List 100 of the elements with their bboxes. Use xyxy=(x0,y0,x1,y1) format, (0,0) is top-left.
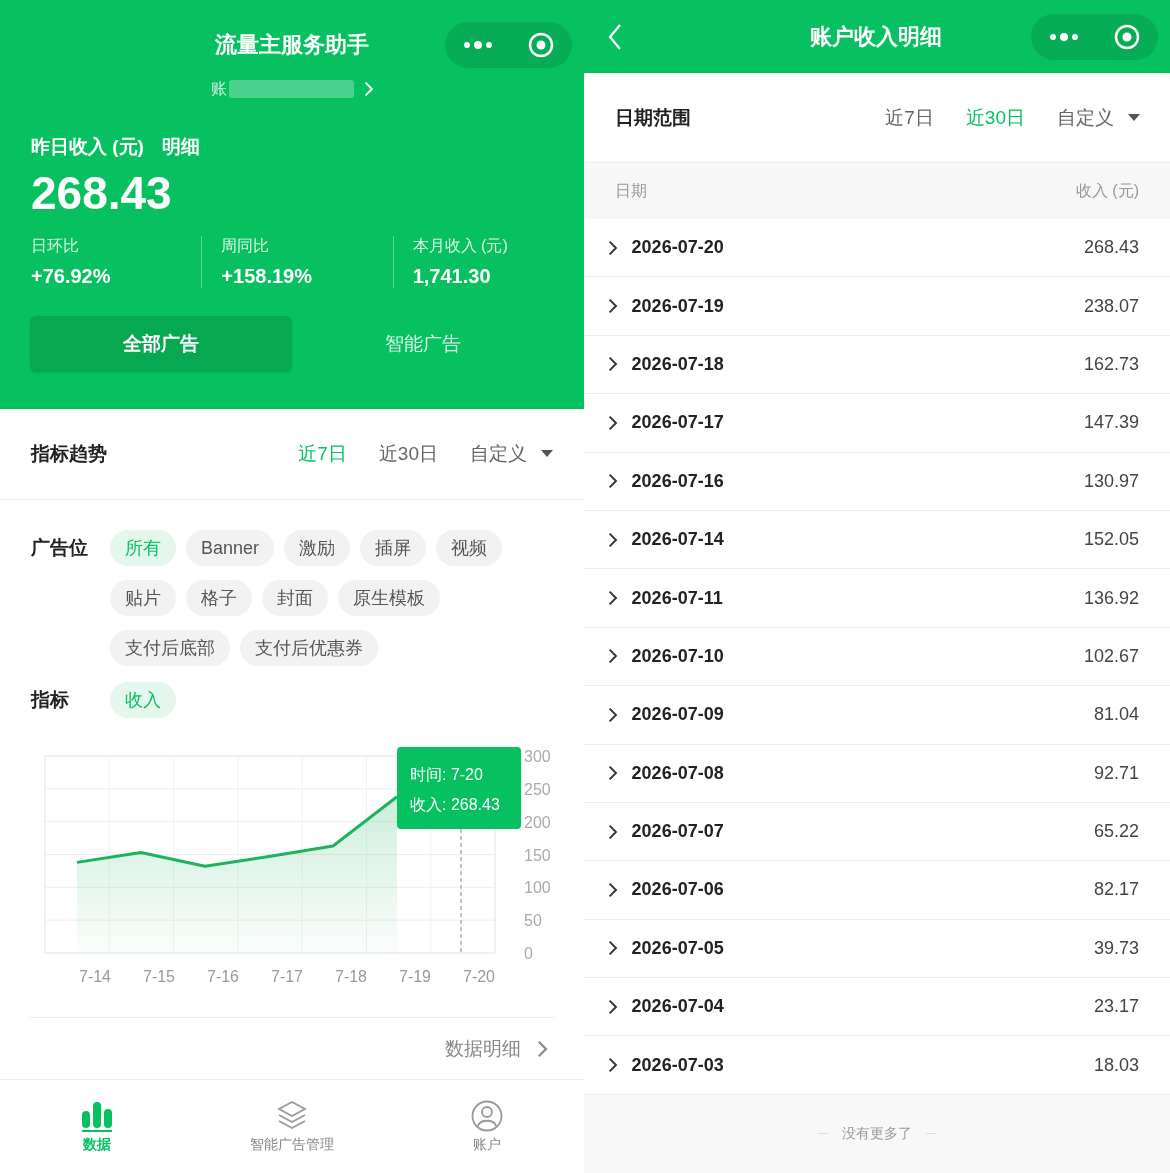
filter-label: 广告位 xyxy=(31,536,89,561)
chevron-icon xyxy=(608,298,618,315)
range-label: 日期范围 xyxy=(615,105,692,130)
date-cell-text: 2026-07-17 xyxy=(631,412,725,434)
filter-chip[interactable]: Banner xyxy=(186,530,275,567)
date-cell-text: 2026-07-05 xyxy=(631,937,725,959)
dropdown-icon xyxy=(1128,113,1140,122)
axis-label: 250 xyxy=(524,781,551,799)
income-cell: 130.97 xyxy=(1083,470,1139,492)
date-cell-text: 2026-07-03 xyxy=(631,1054,725,1076)
chevron-icon xyxy=(363,81,374,97)
tab-bar-item[interactable]: 智能广告管理 xyxy=(194,1080,390,1173)
date-cell-text: 2026-07-10 xyxy=(631,645,725,667)
stat-value: +76.92% xyxy=(31,265,112,288)
stat-label: 日环比 xyxy=(31,236,80,256)
axis-label: 7-14 xyxy=(79,968,111,986)
income-row[interactable]: 2026-07-19 238.07 xyxy=(584,277,1170,336)
date-cell-text: 2026-07-09 xyxy=(631,704,725,726)
income-row[interactable]: 2026-07-14 152.05 xyxy=(584,510,1170,570)
stat-value: 1,741.30 xyxy=(412,265,492,288)
chevron-icon xyxy=(608,648,618,665)
income-amount: 268.43 xyxy=(30,166,173,220)
income-cell: 102.67 xyxy=(1083,645,1139,667)
axis-label: 150 xyxy=(524,846,551,864)
end-of-list-text: 没有更多了 xyxy=(842,1124,912,1143)
data-detail-link[interactable]: 数据明细 xyxy=(445,1035,522,1062)
column-header: 日期 xyxy=(615,180,647,201)
income-row[interactable]: 2026-07-07 65.22 xyxy=(584,802,1170,862)
income-row[interactable]: 2026-07-06 82.17 xyxy=(584,861,1170,920)
income-cell: 23.17 xyxy=(1093,996,1139,1018)
section-title: 指标趋势 xyxy=(31,442,108,467)
axis-label: 200 xyxy=(524,813,551,831)
axis-label: 7-16 xyxy=(207,968,239,986)
date-cell-text: 2026-07-18 xyxy=(631,353,725,375)
layers-icon xyxy=(276,1099,308,1132)
chevron-icon xyxy=(608,414,618,431)
more-icon[interactable] xyxy=(1048,31,1079,42)
close-icon[interactable] xyxy=(1114,23,1141,50)
income-cell: 39.73 xyxy=(1093,937,1139,959)
chevron-icon xyxy=(608,356,618,373)
filter-chip[interactable]: 支付后优惠券 xyxy=(240,630,378,667)
filter-chip[interactable]: 支付后底部 xyxy=(110,630,230,667)
filter-chip[interactable]: 插屏 xyxy=(360,530,427,567)
income-row[interactable]: 2026-07-17 147.39 xyxy=(584,394,1170,453)
income-row[interactable]: 2026-07-20 268.43 xyxy=(584,219,1170,278)
tab-bar-item[interactable]: 账户 xyxy=(389,1080,584,1173)
filter-chip[interactable]: 原生模板 xyxy=(338,580,440,617)
income-row[interactable]: 2026-07-10 102.67 xyxy=(584,627,1170,687)
income-row[interactable]: 2026-07-08 92.71 xyxy=(584,744,1170,803)
date-cell-text: 2026-07-07 xyxy=(631,821,725,843)
custom-range-dropdown[interactable]: 自定义 xyxy=(470,441,527,468)
date-cell-text: 2026-07-20 xyxy=(631,237,725,259)
date-cell-text: 2026-07-19 xyxy=(631,295,725,317)
page-title: 账户收入明细 xyxy=(810,22,942,51)
close-icon[interactable] xyxy=(528,32,555,58)
column-header: 收入 (元) xyxy=(1075,180,1139,201)
axis-label: 300 xyxy=(524,748,551,766)
chevron-icon xyxy=(608,590,618,607)
date-cell-text: 2026-07-06 xyxy=(631,879,725,901)
chevron-icon xyxy=(608,940,618,957)
income-row[interactable]: 2026-07-09 81.04 xyxy=(584,686,1170,745)
tooltip-text: 时间: 7-20 xyxy=(410,766,483,784)
chevron-icon xyxy=(608,706,618,723)
chevron-icon xyxy=(608,239,618,256)
filter-chip[interactable]: 贴片 xyxy=(110,580,176,617)
date-cell-text: 2026-07-04 xyxy=(631,996,725,1018)
income-cell: 268.43 xyxy=(1083,237,1139,259)
custom-range-dropdown[interactable]: 自定义 xyxy=(1057,104,1114,131)
more-icon[interactable] xyxy=(462,40,493,50)
income-cell: 82.17 xyxy=(1093,879,1139,901)
summary-label: 昨日收入 (元) xyxy=(31,135,144,159)
stat-label: 本月收入 (元) xyxy=(412,236,509,256)
chevron-icon xyxy=(608,882,618,898)
range-tab[interactable]: 近7日 xyxy=(885,104,934,131)
income-row[interactable]: 2026-07-05 39.73 xyxy=(584,919,1170,979)
date-cell-text: 2026-07-08 xyxy=(631,762,725,784)
income-row[interactable]: 2026-07-16 130.97 xyxy=(584,452,1170,511)
filter-chip[interactable]: 封面 xyxy=(262,580,328,617)
income-cell: 81.04 xyxy=(1093,704,1139,726)
dropdown-icon xyxy=(541,450,553,459)
income-cell: 152.05 xyxy=(1083,529,1139,551)
income-row[interactable]: 2026-07-18 162.73 xyxy=(584,335,1170,395)
axis-label: 100 xyxy=(524,879,551,897)
income-row[interactable]: 2026-07-11 136.92 xyxy=(584,569,1170,628)
axis-label: 7-19 xyxy=(399,968,431,986)
income-row[interactable]: 2026-07-03 18.03 xyxy=(584,1036,1170,1095)
filter-chip[interactable]: 格子 xyxy=(186,580,252,617)
income-row[interactable]: 2026-07-04 23.17 xyxy=(584,978,1170,1037)
app-title: 流量主服务助手 xyxy=(215,31,369,59)
user-icon xyxy=(470,1099,503,1132)
filter-chip[interactable]: 视频 xyxy=(436,530,503,567)
income-cell: 65.22 xyxy=(1093,821,1139,843)
stat-value: +158.19% xyxy=(221,265,313,288)
date-cell-text: 2026-07-14 xyxy=(631,529,725,551)
filter-chip[interactable]: 激励 xyxy=(284,530,351,567)
range-tab[interactable]: 近30日 xyxy=(378,441,438,468)
axis-label: 7-20 xyxy=(463,968,495,986)
chevron-icon xyxy=(537,1039,548,1058)
axis-label: 7-15 xyxy=(143,968,175,986)
chevron-icon xyxy=(608,1057,618,1074)
